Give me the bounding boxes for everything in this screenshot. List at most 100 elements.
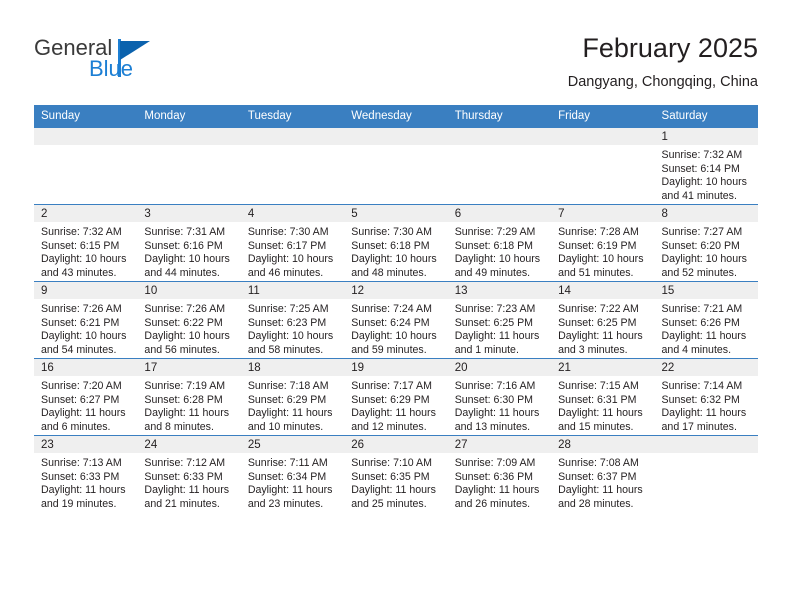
day-cell-inner: 20 Sunrise: 7:16 AM Sunset: 6:30 PM Dayligh… — [447, 359, 552, 435]
day-info-line: Daylight: 10 hours — [661, 176, 747, 189]
day-number: 18 — [240, 359, 345, 376]
day-info-line: Sunset: 6:36 PM — [454, 470, 534, 483]
calendar-day-cell[interactable]: 21 Sunrise: 7:15 AM Sunset: 6:31 PM Dayligh… — [551, 358, 655, 436]
calendar-day-cell-empty — [654, 435, 758, 512]
calendar-day-cell[interactable]: 17 Sunrise: 7:19 AM Sunset: 6:28 PM Dayligh… — [137, 358, 241, 436]
calendar-day-cell[interactable]: 27 Sunrise: 7:09 AM Sunset: 6:36 PM Dayligh… — [447, 435, 552, 512]
calendar-day-cell[interactable]: 8 Sunrise: 7:27 AM Sunset: 6:20 PM Daylight… — [654, 204, 758, 282]
calendar-day-cell[interactable]: 1 Sunrise: 7:32 AM Sunset: 6:14 PM Daylight… — [654, 127, 758, 205]
day-info-line: and 52 minutes. — [661, 266, 737, 279]
day-info-line: and 26 minutes. — [454, 497, 531, 510]
day-info-line: Daylight: 11 hours — [661, 330, 747, 343]
day-number: 14 — [551, 282, 655, 299]
calendar-day-cell[interactable]: 5 Sunrise: 7:30 AM Sunset: 6:18 PM Daylight… — [344, 204, 448, 282]
day-info-line: Sunrise: 7:25 AM — [247, 303, 329, 315]
day-cell-inner: 21 Sunrise: 7:15 AM Sunset: 6:31 PM Dayligh… — [551, 359, 655, 435]
day-cell-inner: 28 Sunrise: 7:08 AM Sunset: 6:37 PM Dayligh… — [551, 436, 655, 512]
day-info-line: Daylight: 10 hours — [41, 253, 127, 266]
day-info-line: Daylight: 10 hours — [454, 253, 541, 266]
general-blue-logo[interactable]: General Blue — [34, 36, 234, 92]
day-cell-inner — [34, 128, 138, 204]
page-header: General Blue February 2025 Dangyang, Cho… — [34, 32, 758, 100]
day-info-line: Daylight: 11 hours — [351, 484, 436, 497]
day-info-line: and 1 minute. — [454, 343, 519, 356]
calendar-week-row: 1 Sunrise: 7:32 AM Sunset: 6:14 PM Daylight… — [34, 127, 758, 205]
calendar-day-cell[interactable]: 23 Sunrise: 7:13 AM Sunset: 6:33 PM Dayligh… — [34, 435, 138, 512]
day-sun-info: Sunrise: 7:18 AM Sunset: 6:29 PM Daylight:… — [241, 376, 344, 434]
day-sun-info: Sunrise: 7:10 AM Sunset: 6:35 PM Daylight:… — [344, 453, 447, 511]
calendar-day-cell[interactable]: 4 Sunrise: 7:30 AM Sunset: 6:17 PM Daylight… — [240, 204, 345, 282]
day-info-line: and 21 minutes. — [144, 497, 220, 510]
day-info-line: Sunrise: 7:14 AM — [661, 380, 743, 392]
weekday-header-saturday: Saturday — [654, 105, 758, 128]
day-sun-info: Sunrise: 7:12 AM Sunset: 6:33 PM Daylight:… — [137, 453, 240, 511]
weekday-header-sunday: Sunday — [34, 105, 138, 128]
day-info-line: Sunrise: 7:29 AM — [454, 226, 536, 238]
calendar-day-cell[interactable]: 16 Sunrise: 7:20 AM Sunset: 6:27 PM Dayligh… — [34, 358, 138, 436]
day-info-line: Sunrise: 7:18 AM — [247, 380, 329, 392]
calendar-day-cell[interactable]: 22 Sunrise: 7:14 AM Sunset: 6:32 PM Dayligh… — [654, 358, 758, 436]
day-info-line: Sunset: 6:28 PM — [144, 393, 223, 406]
weekday-header-monday: Monday — [137, 105, 241, 128]
day-info-line: and 46 minutes. — [247, 266, 324, 279]
calendar-day-cell[interactable]: 3 Sunrise: 7:31 AM Sunset: 6:16 PM Daylight… — [137, 204, 241, 282]
day-info-line: and 12 minutes. — [351, 420, 427, 433]
day-number: 13 — [447, 282, 552, 299]
calendar-day-cell[interactable]: 2 Sunrise: 7:32 AM Sunset: 6:15 PM Daylight… — [34, 204, 138, 282]
calendar-day-cell[interactable]: 19 Sunrise: 7:17 AM Sunset: 6:29 PM Dayligh… — [344, 358, 448, 436]
calendar-day-cell[interactable]: 13 Sunrise: 7:23 AM Sunset: 6:25 PM Dayligh… — [447, 281, 552, 359]
calendar-day-cell[interactable]: 20 Sunrise: 7:16 AM Sunset: 6:30 PM Dayligh… — [447, 358, 552, 436]
day-info-line: Sunrise: 7:28 AM — [558, 226, 639, 238]
day-cell-inner: 11 Sunrise: 7:25 AM Sunset: 6:23 PM Dayligh… — [240, 282, 345, 358]
calendar-day-cell[interactable]: 14 Sunrise: 7:22 AM Sunset: 6:25 PM Dayligh… — [551, 281, 655, 359]
day-number — [240, 128, 345, 145]
day-cell-inner: 3 Sunrise: 7:31 AM Sunset: 6:16 PM Daylight… — [137, 205, 241, 281]
calendar-day-cell[interactable]: 26 Sunrise: 7:10 AM Sunset: 6:35 PM Dayligh… — [344, 435, 448, 512]
day-sun-info: Sunrise: 7:30 AM Sunset: 6:17 PM Daylight:… — [241, 222, 344, 280]
day-cell-inner: 27 Sunrise: 7:09 AM Sunset: 6:36 PM Dayligh… — [447, 436, 552, 512]
day-info-line: Daylight: 10 hours — [351, 330, 437, 343]
calendar-day-cell[interactable]: 24 Sunrise: 7:12 AM Sunset: 6:33 PM Dayligh… — [137, 435, 241, 512]
calendar-day-cell-empty — [137, 127, 241, 205]
calendar-day-cell[interactable]: 10 Sunrise: 7:26 AM Sunset: 6:22 PM Dayligh… — [137, 281, 241, 359]
calendar-day-cell[interactable]: 9 Sunrise: 7:26 AM Sunset: 6:21 PM Daylight… — [34, 281, 138, 359]
day-info-line: Sunrise: 7:24 AM — [351, 303, 432, 315]
day-info-line: Sunset: 6:14 PM — [661, 162, 740, 175]
calendar-day-cell[interactable]: 15 Sunrise: 7:21 AM Sunset: 6:26 PM Dayligh… — [654, 281, 758, 359]
day-info-line: Sunrise: 7:09 AM — [454, 457, 536, 469]
day-info-line: Sunset: 6:29 PM — [351, 393, 430, 406]
day-info-line: Daylight: 10 hours — [351, 253, 437, 266]
calendar-day-cell[interactable]: 28 Sunrise: 7:08 AM Sunset: 6:37 PM Dayligh… — [551, 435, 655, 512]
day-info-line: Sunset: 6:27 PM — [41, 393, 120, 406]
calendar-day-cell[interactable]: 12 Sunrise: 7:24 AM Sunset: 6:24 PM Dayligh… — [344, 281, 448, 359]
day-info-line: and 43 minutes. — [41, 266, 117, 279]
day-sun-info — [655, 453, 758, 457]
day-number: 7 — [551, 205, 655, 222]
day-number — [447, 128, 552, 145]
day-info-line: and 8 minutes. — [144, 420, 214, 433]
calendar-day-cell[interactable]: 6 Sunrise: 7:29 AM Sunset: 6:18 PM Daylight… — [447, 204, 552, 282]
day-sun-info: Sunrise: 7:08 AM Sunset: 6:37 PM Daylight:… — [551, 453, 654, 511]
day-info-line: Sunset: 6:18 PM — [351, 239, 430, 252]
day-number — [137, 128, 241, 145]
day-info-line: Sunrise: 7:10 AM — [351, 457, 432, 469]
weekday-header-tuesday: Tuesday — [240, 105, 345, 128]
day-number: 1 — [654, 128, 758, 145]
calendar-day-cell[interactable]: 18 Sunrise: 7:18 AM Sunset: 6:29 PM Dayligh… — [240, 358, 345, 436]
calendar-week-row: 23 Sunrise: 7:13 AM Sunset: 6:33 PM Dayligh… — [34, 435, 758, 512]
day-info-line: and 4 minutes. — [661, 343, 732, 356]
calendar-day-cell[interactable]: 11 Sunrise: 7:25 AM Sunset: 6:23 PM Dayligh… — [240, 281, 345, 359]
day-info-line: Daylight: 10 hours — [247, 253, 334, 266]
day-info-line: Sunset: 6:25 PM — [558, 316, 637, 329]
day-info-line: and 48 minutes. — [351, 266, 427, 279]
calendar-day-cell[interactable]: 7 Sunrise: 7:28 AM Sunset: 6:19 PM Daylight… — [551, 204, 655, 282]
day-number: 5 — [344, 205, 448, 222]
day-info-line: and 49 minutes. — [454, 266, 531, 279]
day-number: 8 — [654, 205, 758, 222]
day-cell-inner: 25 Sunrise: 7:11 AM Sunset: 6:34 PM Dayligh… — [240, 436, 345, 512]
calendar-day-cell[interactable]: 25 Sunrise: 7:11 AM Sunset: 6:34 PM Dayligh… — [240, 435, 345, 512]
day-sun-info — [241, 145, 344, 149]
day-info-line: Daylight: 11 hours — [144, 407, 230, 420]
day-number: 10 — [137, 282, 241, 299]
day-info-line: Daylight: 10 hours — [41, 330, 127, 343]
